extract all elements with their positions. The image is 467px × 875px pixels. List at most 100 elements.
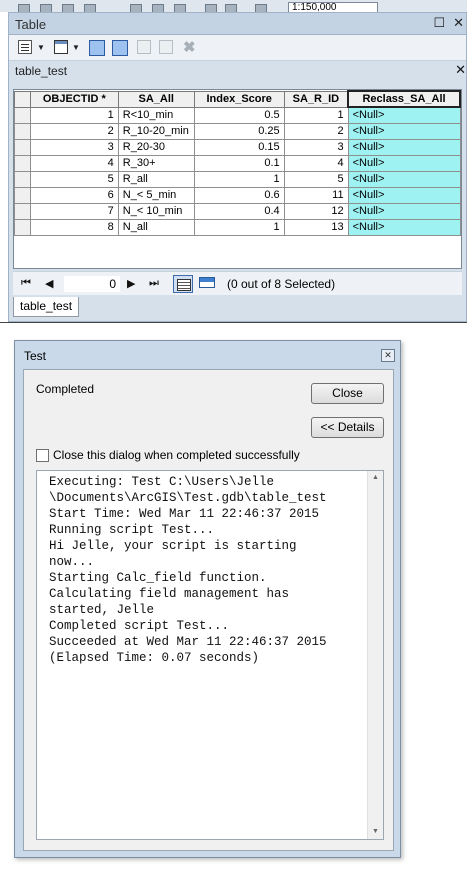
row-selector[interactable] [14, 202, 31, 220]
cell-index-score[interactable]: 0.6 [193, 186, 285, 204]
select-all-header[interactable] [14, 90, 31, 108]
checkbox-box[interactable] [36, 448, 49, 462]
vertical-scrollbar[interactable]: ▲ ▼ [367, 471, 383, 839]
cell-objectid[interactable]: 3 [29, 138, 119, 156]
show-selected-records-icon[interactable] [197, 275, 217, 293]
close-window-icon[interactable]: ✕ [453, 16, 464, 30]
next-record-icon[interactable]: ▶ [127, 277, 135, 290]
map-scale-field[interactable]: 1:150,000 [288, 2, 378, 12]
select-by-attributes-icon[interactable] [89, 40, 105, 56]
cell-reclass-sa-all[interactable]: <Null> [347, 202, 461, 220]
cell-objectid[interactable]: 6 [29, 186, 119, 204]
cell-index-score[interactable]: 0.5 [193, 106, 285, 124]
column-header-sa-r-id[interactable]: SA_R_ID [283, 90, 349, 108]
open-icon[interactable] [40, 4, 52, 12]
cell-index-score[interactable]: 0.15 [193, 138, 285, 156]
cell-reclass-sa-all[interactable]: <Null> [347, 138, 461, 156]
cell-index-score[interactable]: 0.25 [193, 122, 285, 140]
cell-index-score[interactable]: 1 [193, 170, 285, 188]
cell-sa-all[interactable]: R_all [117, 170, 195, 188]
details-button[interactable]: << Details [311, 417, 384, 438]
table-options-icon[interactable] [18, 40, 32, 54]
redo-icon[interactable] [225, 4, 237, 12]
cell-reclass-sa-all[interactable]: <Null> [347, 186, 461, 204]
cell-objectid[interactable]: 1 [29, 106, 119, 124]
cell-reclass-sa-all[interactable]: <Null> [347, 170, 461, 188]
table-row[interactable]: 8 N_all 1 13 <Null> [14, 218, 461, 236]
cell-sa-all[interactable]: R<10_min [117, 106, 195, 124]
cell-reclass-sa-all[interactable]: <Null> [347, 106, 461, 124]
previous-record-icon[interactable]: ◀ [45, 277, 53, 290]
cell-index-score[interactable]: 0.4 [193, 202, 285, 220]
close-tab-icon[interactable]: ✕ [455, 62, 466, 78]
cell-sa-all[interactable]: R_20-30 [117, 138, 195, 156]
cell-reclass-sa-all[interactable]: <Null> [347, 218, 461, 236]
cell-sa-all[interactable]: R_30+ [117, 154, 195, 172]
paste-icon[interactable] [174, 4, 186, 12]
clear-selection-icon[interactable] [137, 40, 151, 54]
table-row[interactable]: 6 N_< 5_min 0.6 11 <Null> [14, 186, 461, 204]
current-record-field[interactable]: 0 [63, 275, 121, 293]
table-row[interactable]: 1 R<10_min 0.5 1 <Null> [14, 106, 461, 124]
column-header-objectid[interactable]: OBJECTID * [29, 90, 119, 108]
cell-objectid[interactable]: 2 [29, 122, 119, 140]
undo-icon[interactable] [205, 4, 217, 12]
cell-sa-r-id[interactable]: 1 [283, 106, 349, 124]
chevron-down-icon[interactable]: ▼ [72, 40, 80, 56]
related-tables-icon[interactable] [54, 40, 68, 54]
cell-sa-all[interactable]: R_10-20_min [117, 122, 195, 140]
zoom-to-selected-icon[interactable] [159, 40, 173, 54]
cell-sa-r-id[interactable]: 13 [283, 218, 349, 236]
cell-sa-r-id[interactable]: 5 [283, 170, 349, 188]
row-selector[interactable] [14, 106, 31, 124]
scroll-up-icon[interactable]: ▲ [368, 471, 383, 485]
row-selector[interactable] [14, 138, 31, 156]
close-button[interactable]: Close [311, 383, 384, 404]
table-row[interactable]: 7 N_< 10_min 0.4 12 <Null> [14, 202, 461, 220]
row-selector[interactable] [14, 218, 31, 236]
delete-selected-icon[interactable]: ✖ [183, 40, 196, 56]
bottom-table-tab[interactable]: table_test [13, 297, 80, 317]
column-header-index-score[interactable]: Index_Score [193, 90, 285, 108]
cut-icon[interactable] [130, 4, 142, 12]
cell-index-score[interactable]: 0.1 [193, 154, 285, 172]
new-document-icon[interactable] [18, 4, 30, 12]
cell-objectid[interactable]: 7 [29, 202, 119, 220]
cell-sa-r-id[interactable]: 4 [283, 154, 349, 172]
cell-reclass-sa-all[interactable]: <Null> [347, 122, 461, 140]
last-record-icon[interactable]: ⏭ [149, 277, 159, 290]
table-row[interactable]: 5 R_all 1 5 <Null> [14, 170, 461, 188]
cell-objectid[interactable]: 4 [29, 154, 119, 172]
scroll-down-icon[interactable]: ▼ [368, 825, 383, 839]
close-icon[interactable]: ✕ [381, 349, 395, 362]
chevron-down-icon[interactable]: ▼ [37, 40, 45, 56]
cell-sa-r-id[interactable]: 12 [283, 202, 349, 220]
cell-sa-all[interactable]: N_< 5_min [117, 186, 195, 204]
show-all-records-icon[interactable] [173, 275, 193, 293]
row-selector[interactable] [14, 122, 31, 140]
cell-objectid[interactable]: 5 [29, 170, 119, 188]
save-icon[interactable] [62, 4, 74, 12]
cell-objectid[interactable]: 8 [29, 218, 119, 236]
print-icon[interactable] [84, 4, 96, 12]
cell-index-score[interactable]: 1 [193, 218, 285, 236]
close-on-success-checkbox[interactable]: Close this dialog when completed success… [36, 448, 300, 462]
float-window-icon[interactable]: ☐ [433, 16, 445, 30]
cell-sa-r-id[interactable]: 11 [283, 186, 349, 204]
row-selector[interactable] [14, 154, 31, 172]
row-selector[interactable] [14, 186, 31, 204]
add-data-icon[interactable] [255, 4, 267, 12]
table-tab-label[interactable]: table_test [15, 64, 67, 78]
attribute-grid[interactable]: OBJECTID * SA_All Index_Score SA_R_ID Re… [13, 89, 462, 269]
table-row[interactable]: 4 R_30+ 0.1 4 <Null> [14, 154, 461, 172]
cell-sa-r-id[interactable]: 3 [283, 138, 349, 156]
cell-sa-all[interactable]: N_all [117, 218, 195, 236]
table-window-titlebar[interactable]: Table ☐ ✕ [9, 13, 466, 35]
column-header-sa-all[interactable]: SA_All [117, 90, 195, 108]
first-record-icon[interactable]: ⏮ [21, 277, 31, 290]
row-selector[interactable] [14, 170, 31, 188]
copy-icon[interactable] [152, 4, 164, 12]
cell-reclass-sa-all[interactable]: <Null> [347, 154, 461, 172]
switch-selection-icon[interactable] [112, 40, 128, 56]
column-header-reclass-sa-all[interactable]: Reclass_SA_All [347, 90, 461, 108]
